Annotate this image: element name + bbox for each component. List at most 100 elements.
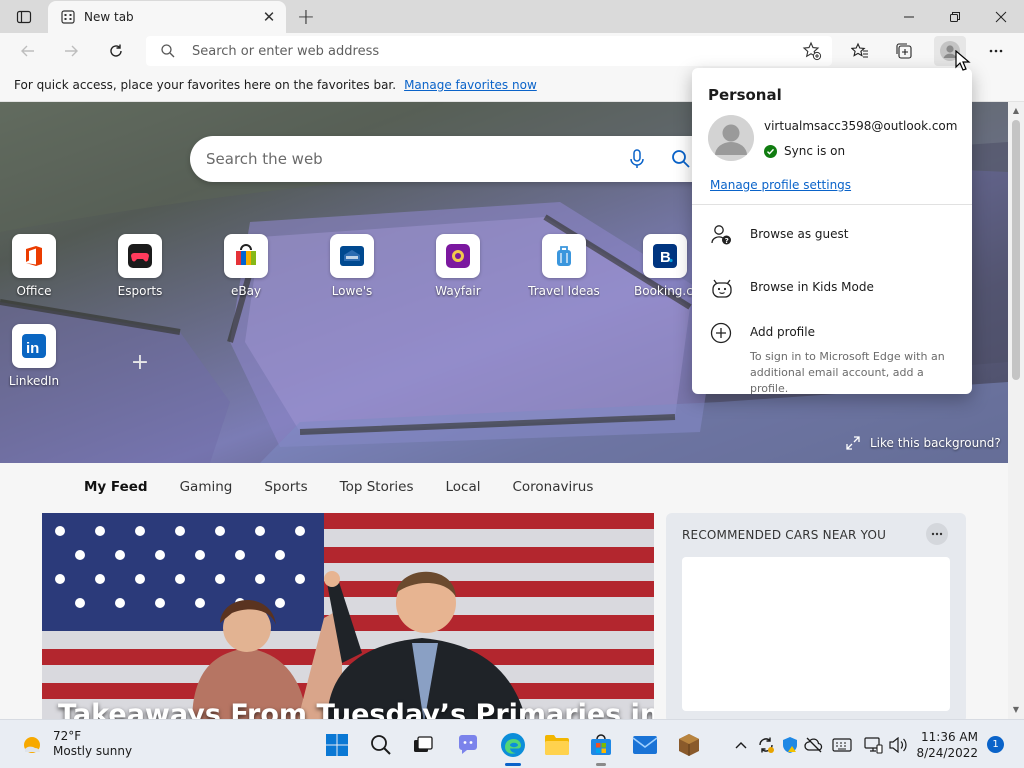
- svg-text:B: B: [660, 249, 671, 266]
- scroll-down-icon[interactable]: ▼: [1008, 703, 1024, 717]
- manage-profile-settings-link[interactable]: Manage profile settings: [710, 178, 851, 192]
- collections-icon: [896, 43, 912, 59]
- sync-tray-button[interactable]: [755, 734, 777, 756]
- refresh-button[interactable]: [101, 36, 131, 66]
- close-tab-icon[interactable]: ✕: [256, 4, 282, 30]
- news-feed: My Feed Gaming Sports Top Stories Local …: [0, 463, 1008, 719]
- add-profile-item[interactable]: Add profile: [710, 322, 960, 344]
- feed-tabs: My Feed Gaming Sports Top Stories Local …: [84, 479, 593, 495]
- collections-button[interactable]: [889, 36, 919, 66]
- address-bar[interactable]: [146, 36, 832, 66]
- restore-button[interactable]: [932, 0, 978, 33]
- news-headline[interactable]: Takeaways From Tuesday’s Primaries in: [58, 699, 654, 719]
- quick-link-label: Wayfair: [435, 284, 481, 298]
- profile-flyout: Personal virtualmsacc3598@outlook.com Sy…: [692, 68, 972, 395]
- browse-as-guest-item[interactable]: ? Browse as guest: [710, 224, 960, 246]
- sync-status: Sync is on: [764, 144, 845, 158]
- notification-badge[interactable]: 1: [987, 736, 1004, 753]
- close-window-button[interactable]: [978, 0, 1024, 33]
- manage-favorites-link[interactable]: Manage favorites now: [404, 78, 537, 92]
- quick-link-office[interactable]: Office: [0, 234, 70, 298]
- favorites-icon: [851, 42, 868, 58]
- clock-time: 11:36 AM: [921, 730, 978, 744]
- quick-link-label: Esports: [117, 284, 163, 298]
- page-scrollbar[interactable]: ▲ ▼: [1008, 102, 1024, 719]
- weather-description: Mostly sunny: [53, 744, 133, 758]
- quick-link-label: eBay: [230, 284, 262, 298]
- teams-chat-button[interactable]: [451, 728, 485, 762]
- running-app-indicator: [596, 763, 606, 766]
- minimize-button[interactable]: [886, 0, 932, 33]
- quick-link-wayfair[interactable]: Wayfair: [422, 234, 494, 298]
- system-clock[interactable]: 11:36 AM 8/24/2022: [916, 729, 978, 761]
- tab-actions-button[interactable]: [8, 6, 40, 28]
- keyboard-tray-button[interactable]: [831, 734, 853, 756]
- clock-date: 8/24/2022: [916, 746, 978, 760]
- quick-link-ebay[interactable]: eBay: [210, 234, 282, 298]
- quick-link-label: Office: [16, 284, 52, 298]
- search-submit-icon[interactable]: [670, 148, 692, 173]
- new-tab-button[interactable]: +: [292, 3, 320, 31]
- browse-kids-mode-item[interactable]: Browse in Kids Mode: [710, 277, 960, 299]
- like-background-label: Like this background?: [870, 436, 1001, 450]
- travel-ideas-icon: [542, 234, 586, 278]
- add-quick-link-button[interactable]: +: [126, 349, 154, 377]
- profile-name: Personal: [708, 86, 782, 104]
- microphone-icon[interactable]: [626, 148, 648, 173]
- quick-link-travel-ideas[interactable]: Travel Ideas: [528, 234, 600, 298]
- taskbar-edge-button[interactable]: [496, 728, 530, 766]
- tab-new-tab[interactable]: New tab ✕: [48, 1, 286, 33]
- security-tray-button[interactable]: [779, 734, 801, 756]
- taskbar-search-button[interactable]: [364, 728, 398, 762]
- web-search-box[interactable]: [190, 136, 730, 182]
- tab-title: New tab: [84, 10, 134, 24]
- web-search-input[interactable]: [206, 150, 606, 168]
- quick-link-esports[interactable]: Esports: [104, 234, 176, 298]
- settings-and-more-button[interactable]: [981, 36, 1011, 66]
- file-explorer-button[interactable]: [540, 728, 574, 762]
- feed-tab-coronavirus[interactable]: Coronavirus: [512, 479, 593, 495]
- feed-tab-sports[interactable]: Sports: [264, 479, 307, 495]
- browse-kids-mode-label: Browse in Kids Mode: [750, 280, 874, 294]
- like-background-button[interactable]: Like this background?: [846, 436, 1001, 450]
- expand-icon: [846, 436, 860, 450]
- card-options-button[interactable]: [926, 523, 948, 545]
- svg-text:?: ?: [725, 237, 729, 245]
- volume-tray-button[interactable]: [887, 734, 909, 756]
- add-profile-icon: [710, 322, 736, 344]
- quick-link-lowes[interactable]: Lowe's: [316, 234, 388, 298]
- add-favorite-icon[interactable]: [802, 41, 822, 64]
- microsoft-store-button[interactable]: [584, 728, 618, 766]
- network-tray-button[interactable]: [862, 734, 884, 756]
- scroll-up-icon[interactable]: ▲: [1008, 104, 1024, 118]
- feed-tab-gaming[interactable]: Gaming: [180, 479, 233, 495]
- recommended-cars-title: RECOMMENDED CARS NEAR YOU: [682, 528, 887, 542]
- task-view-button[interactable]: [406, 728, 440, 762]
- speaker-icon: [889, 737, 907, 753]
- forward-button[interactable]: [56, 36, 86, 66]
- onedrive-tray-button[interactable]: [803, 734, 825, 756]
- taskbar: 72°F Mostly sunny 11:36 AM 8/24/2022 1: [0, 719, 1024, 768]
- task-view-icon: [414, 736, 433, 752]
- scrollbar-thumb[interactable]: [1012, 120, 1020, 380]
- more-dots-icon: [989, 49, 1003, 53]
- feed-tab-top-stories[interactable]: Top Stories: [340, 479, 414, 495]
- weather-widget[interactable]: 72°F Mostly sunny: [20, 729, 132, 759]
- news-card-primaries[interactable]: Takeaways From Tuesday’s Primaries in: [42, 513, 654, 719]
- esports-icon: [118, 234, 162, 278]
- folder-icon: [545, 735, 569, 755]
- mail-button[interactable]: [628, 728, 662, 762]
- feed-tab-my-feed[interactable]: My Feed: [84, 479, 148, 495]
- start-button[interactable]: [320, 728, 354, 762]
- quick-link-label: Travel Ideas: [528, 284, 600, 298]
- quick-link-linkedin[interactable]: in LinkedIn: [0, 324, 70, 388]
- favorites-button[interactable]: [845, 36, 875, 66]
- back-button[interactable]: [13, 36, 43, 66]
- windows-start-icon: [326, 734, 348, 756]
- quick-link-booking[interactable]: B Booking.com: [634, 234, 696, 298]
- minecraft-button[interactable]: [672, 728, 706, 762]
- address-input[interactable]: [192, 43, 752, 59]
- shield-icon: [783, 737, 797, 753]
- show-hidden-icons-button[interactable]: [730, 734, 752, 756]
- feed-tab-local[interactable]: Local: [445, 479, 480, 495]
